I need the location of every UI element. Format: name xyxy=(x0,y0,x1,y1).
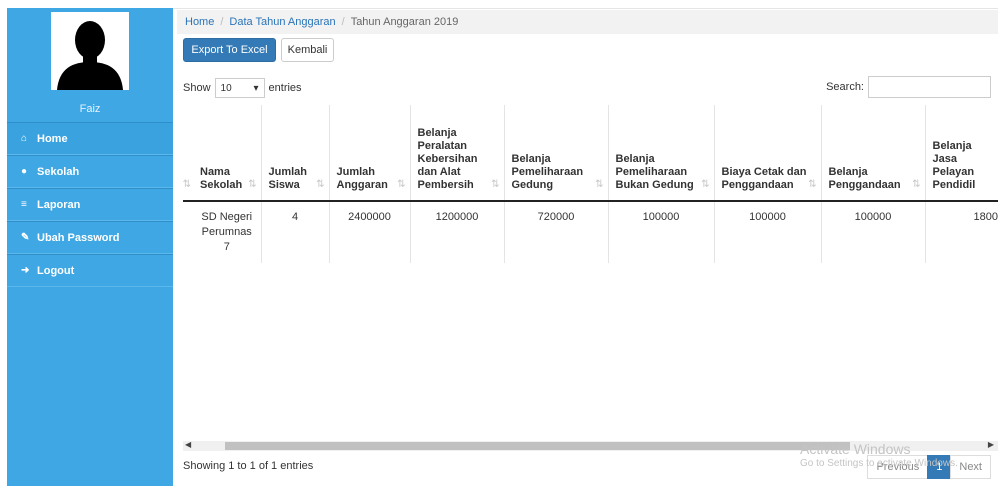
column-header[interactable]: Belanja Penggandaan ⇅ xyxy=(821,105,926,202)
column-header[interactable]: Belanja Jasa Pelayan Pendidil xyxy=(925,105,998,202)
column-header[interactable]: Biaya Cetak dan Penggandaan ⇅ xyxy=(714,105,822,202)
sort-icon: ⇅ xyxy=(397,179,406,190)
table-cell xyxy=(183,201,193,263)
breadcrumb-separator: / xyxy=(220,16,224,28)
table-header-row: ⇅ Nama Sekolah ⇅ Jumlah Siswa ⇅ Jumlah Ang… xyxy=(183,105,998,202)
sort-icon: ⇅ xyxy=(701,179,710,190)
column-header-label: Nama Sekolah xyxy=(200,166,243,191)
avatar xyxy=(51,12,129,90)
table-cell: 100000 xyxy=(714,201,822,263)
column-header-hidden: ⇅ xyxy=(183,105,193,202)
entries-label: entries xyxy=(268,82,302,94)
column-header[interactable]: Belanja Pemeliharaan Bukan Gedung ⇅ xyxy=(608,105,715,202)
sidebar: Faiz ⌂ Home ● Sekolah ≡ Laporan ✎ Ubah P… xyxy=(7,8,173,486)
entries-select[interactable]: 10 ▾ xyxy=(214,78,265,98)
search-input[interactable] xyxy=(868,76,991,98)
column-header[interactable]: Belanja Peralatan Kebersihan dan Alat Pe… xyxy=(410,105,505,202)
data-table: ⇅ Nama Sekolah ⇅ Jumlah Siswa ⇅ Jumlah Ang… xyxy=(183,105,998,263)
sort-icon: ⇅ xyxy=(183,179,191,190)
next-button[interactable]: Next xyxy=(950,455,991,479)
sidebar-item-home[interactable]: ⌂ Home xyxy=(7,122,173,155)
users-icon: ● xyxy=(21,166,28,177)
scroll-right-icon[interactable]: ▶ xyxy=(988,440,994,449)
column-header-label: Jumlah Anggaran xyxy=(336,166,388,191)
column-header-label: Jumlah Siswa xyxy=(268,166,308,191)
scroll-left-icon[interactable]: ◀ xyxy=(185,440,191,449)
sidebar-item-label: Logout xyxy=(37,264,75,277)
avatar-wrap xyxy=(7,8,173,96)
table-cell: 100000 xyxy=(821,201,926,263)
column-header-label: Belanja Jasa Pelayan Pendidil xyxy=(932,140,976,191)
column-header[interactable]: Jumlah Anggaran ⇅ xyxy=(329,105,411,202)
sidebar-item-sekolah[interactable]: ● Sekolah xyxy=(7,155,173,188)
logout-icon: ➜ xyxy=(21,265,30,276)
wrench-icon: ✎ xyxy=(21,232,30,243)
back-button[interactable]: Kembali xyxy=(281,38,334,62)
sort-icon: ⇅ xyxy=(912,179,921,190)
scrollbar-thumb[interactable] xyxy=(225,442,850,450)
search-label: Search: xyxy=(826,81,864,93)
table-cell: 1200000 xyxy=(410,201,505,263)
breadcrumb-data-tahun-anggaran[interactable]: Data Tahun Anggaran xyxy=(229,16,335,28)
table-cell: SD Negeri Perumnas 7 xyxy=(193,201,262,263)
sort-icon: ⇅ xyxy=(808,179,817,190)
sidebar-item-label: Ubah Password xyxy=(37,231,120,244)
column-header-label: Belanja Pemeliharaan Gedung xyxy=(511,153,584,191)
table-info: Showing 1 to 1 of 1 entries xyxy=(183,460,314,472)
page-button[interactable]: 1 xyxy=(927,455,952,479)
table-wrapper: ⇅ Nama Sekolah ⇅ Jumlah Siswa ⇅ Jumlah Ang… xyxy=(183,105,998,263)
breadcrumb-current: Tahun Anggaran 2019 xyxy=(350,16,459,28)
horizontal-scrollbar[interactable]: ◀ ▶ xyxy=(183,440,998,451)
sidebar-item-ubah-password[interactable]: ✎ Ubah Password xyxy=(7,221,173,254)
sidebar-item-label: Sekolah xyxy=(37,165,80,178)
table-row: SD Negeri Perumnas 7 4 2400000 1200000 7… xyxy=(183,201,998,263)
previous-button[interactable]: Previous xyxy=(867,455,929,479)
breadcrumb-separator: / xyxy=(341,16,345,28)
export-excel-button[interactable]: Export To Excel xyxy=(183,38,276,62)
search-box: Search: xyxy=(826,76,991,98)
sidebar-item-label: Home xyxy=(37,132,68,145)
sort-icon: ⇅ xyxy=(595,179,604,190)
chevron-down-icon: ▾ xyxy=(253,82,259,94)
sort-icon: ⇅ xyxy=(491,179,500,190)
column-header-label: Biaya Cetak dan Penggandaan xyxy=(721,166,807,191)
column-header-label: Belanja Peralatan Kebersihan dan Alat Pe… xyxy=(417,127,478,191)
sidebar-item-laporan[interactable]: ≡ Laporan xyxy=(7,188,173,221)
sidebar-item-logout[interactable]: ➜ Logout xyxy=(7,254,173,287)
column-header[interactable]: Nama Sekolah ⇅ xyxy=(193,105,262,202)
entries-length: Show 10 ▾ entries xyxy=(183,78,302,98)
username: Faiz xyxy=(79,103,101,115)
top-divider xyxy=(173,8,998,9)
breadcrumb: Home / Data Tahun Anggaran / Tahun Angga… xyxy=(177,10,998,34)
home-icon: ⌂ xyxy=(21,133,28,144)
table-cell: 100000 xyxy=(608,201,715,263)
column-header-label: Belanja Penggandaan xyxy=(828,166,901,191)
sort-icon: ⇅ xyxy=(248,179,257,190)
user-silhouette-icon xyxy=(57,21,123,90)
column-header[interactable]: Jumlah Siswa ⇅ xyxy=(261,105,330,202)
column-header-label: Belanja Pemeliharaan Bukan Gedung xyxy=(615,153,694,191)
table-cell: 720000 xyxy=(504,201,609,263)
sidebar-item-label: Laporan xyxy=(37,198,81,211)
breadcrumb-home[interactable]: Home xyxy=(185,16,214,28)
column-header[interactable]: Belanja Pemeliharaan Gedung ⇅ xyxy=(504,105,609,202)
entries-select-value: 10 xyxy=(220,82,232,94)
sort-icon: ⇅ xyxy=(316,179,325,190)
list-icon: ≡ xyxy=(21,199,27,210)
table-cell: 4 xyxy=(261,201,330,263)
table-cell: 2400000 xyxy=(329,201,411,263)
pagination: Previous 1 Next xyxy=(867,455,991,479)
show-label: Show xyxy=(183,82,211,94)
table-cell: 1800 xyxy=(925,201,998,263)
